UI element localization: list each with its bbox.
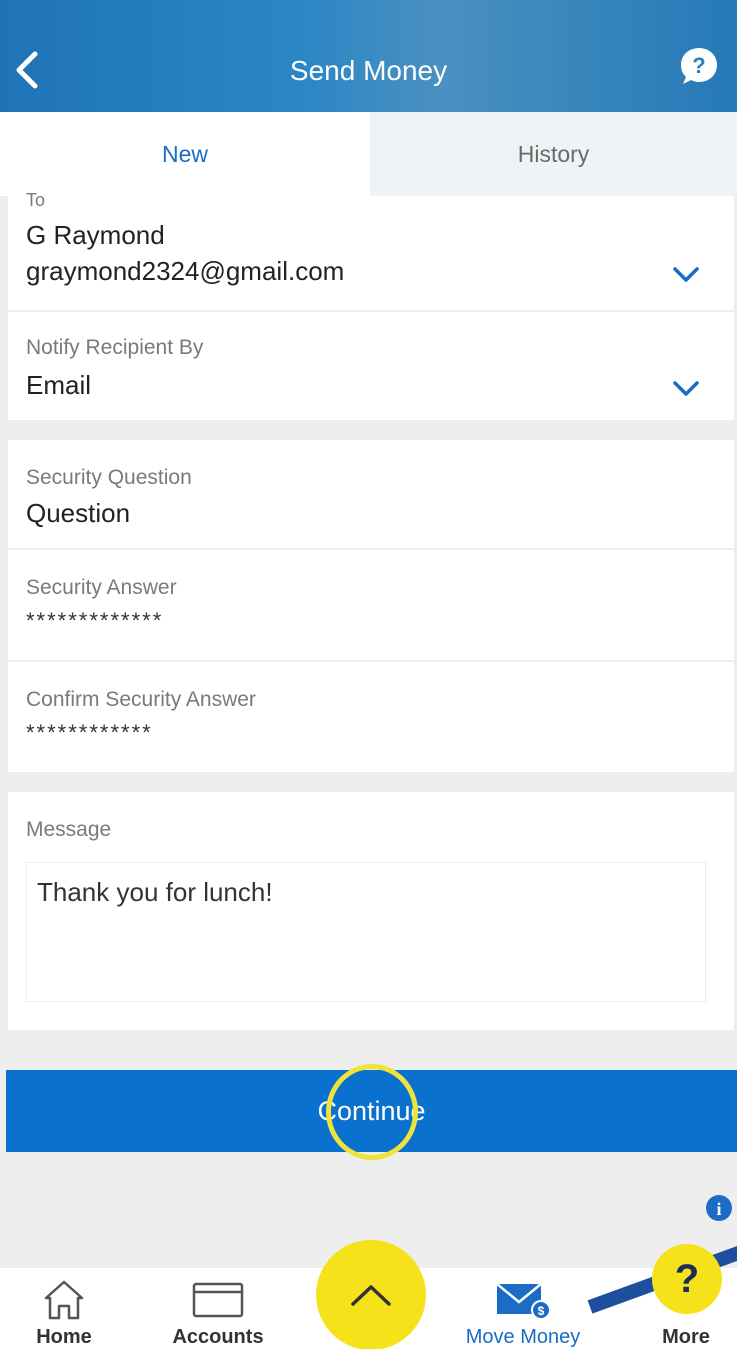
notify-label: Notify Recipient By (26, 336, 204, 359)
nav-accounts-label: Accounts (172, 1326, 264, 1348)
nav-home[interactable]: Home (24, 1268, 104, 1349)
nav-move-money[interactable]: $ Move Money (448, 1268, 598, 1349)
tab-new[interactable]: New (0, 112, 370, 196)
help-chat-icon: ? (681, 48, 717, 84)
notify-value: Email (26, 370, 92, 400)
tab-bar: New History (0, 112, 737, 196)
message-label: Message (26, 818, 112, 841)
info-icon[interactable]: i (705, 1194, 733, 1222)
notify-recipient-field[interactable]: Notify Recipient By Email (8, 312, 734, 420)
confirm-security-answer-label: Confirm Security Answer (26, 688, 256, 711)
envelope-dollar-icon: $ (496, 1283, 551, 1320)
quick-actions-button[interactable] (316, 1240, 426, 1349)
security-question-label: Security Question (26, 466, 192, 489)
security-question-value: Question (26, 498, 131, 528)
tab-history[interactable]: History (370, 112, 737, 196)
svg-text:i: i (716, 1199, 721, 1219)
security-answer-value: ************* (26, 608, 164, 633)
message-field: Message Thank you for lunch! (8, 792, 734, 1030)
recipient-name: G Raymond (26, 220, 165, 250)
nav-accounts[interactable]: Accounts (160, 1268, 276, 1349)
nav-home-label: Home (36, 1326, 92, 1348)
confirm-security-answer-field[interactable]: Confirm Security Answer ************ (8, 662, 734, 772)
page-title: Send Money (289, 55, 448, 86)
home-icon (44, 1280, 84, 1320)
security-answer-label: Security Answer (26, 576, 177, 599)
back-button[interactable] (8, 44, 44, 96)
recipient-field[interactable]: To G Raymond graymond2324@gmail.com (8, 190, 734, 310)
chevron-down-icon[interactable] (672, 266, 700, 284)
help-question-icon[interactable]: ? (652, 1244, 722, 1314)
security-question-field[interactable]: Security Question Question (8, 440, 734, 548)
svg-text:?: ? (692, 53, 705, 78)
security-answer-field[interactable]: Security Answer ************* (8, 550, 734, 660)
chevron-up-icon (351, 1285, 391, 1306)
continue-button[interactable]: Continue (6, 1070, 737, 1152)
message-textarea[interactable]: Thank you for lunch! (26, 862, 706, 1002)
chevron-left-icon (16, 51, 38, 89)
help-button[interactable]: ? (679, 46, 719, 86)
card-icon (192, 1282, 244, 1318)
recipient-email: graymond2324@gmail.com (26, 256, 345, 286)
recipient-label: To (26, 190, 46, 210)
nav-more-label: More (662, 1326, 710, 1348)
confirm-security-answer-value: ************ (26, 720, 153, 745)
app-header: Send Money ? (0, 0, 737, 112)
chevron-down-icon[interactable] (672, 380, 700, 398)
nav-move-money-label: Move Money (465, 1326, 581, 1348)
svg-text:$: $ (538, 1304, 545, 1318)
